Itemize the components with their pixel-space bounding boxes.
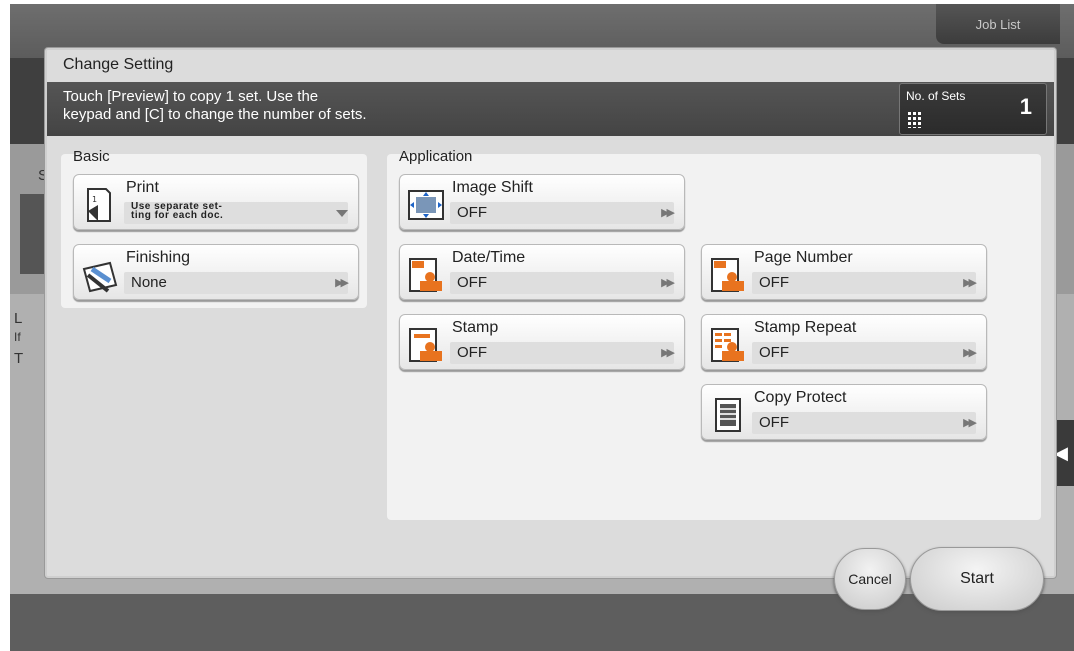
- double-arrow-right-icon: ▶▶: [335, 276, 349, 289]
- copy-protect-button[interactable]: Copy Protect OFF ▶▶: [701, 384, 987, 440]
- print-document-icon: 1: [87, 188, 111, 222]
- double-arrow-right-icon: ▶▶: [661, 206, 675, 219]
- job-list-button[interactable]: Job List: [936, 4, 1060, 44]
- page-number-value: OFF: [759, 274, 789, 291]
- date-time-button[interactable]: Date/Time OFF ▶▶: [399, 244, 685, 300]
- print-button[interactable]: 1 Print Use separate set- ting for each …: [73, 174, 359, 230]
- page-number-icon: [711, 258, 744, 292]
- sets-label: No. of Sets: [906, 89, 966, 103]
- chevron-down-icon: [336, 210, 348, 217]
- cancel-button[interactable]: Cancel: [834, 548, 906, 610]
- double-arrow-right-icon: ▶▶: [963, 346, 977, 359]
- dialog-title: Change Setting: [63, 56, 174, 73]
- page-number-title: Page Number: [754, 249, 853, 266]
- image-shift-value: OFF: [457, 204, 487, 221]
- stamp-repeat-button[interactable]: Stamp Repeat OFF ▶▶: [701, 314, 987, 370]
- copy-protect-icon: [715, 398, 741, 432]
- stamp-icon: [409, 328, 442, 362]
- print-value: Use separate set- ting for each doc.: [131, 201, 224, 221]
- print-title: Print: [126, 179, 159, 196]
- application-section-label: Application: [399, 148, 473, 165]
- keypad-icon: [908, 112, 924, 128]
- basic-section-label: Basic: [73, 148, 110, 165]
- double-arrow-right-icon: ▶▶: [661, 276, 675, 289]
- image-shift-button[interactable]: Image Shift OFF ▶▶: [399, 174, 685, 230]
- date-time-value: OFF: [457, 274, 487, 291]
- stamp-repeat-icon: [711, 328, 744, 362]
- background-bottom: [10, 594, 1074, 651]
- date-time-title: Date/Time: [452, 249, 526, 266]
- background-text: T: [14, 350, 24, 367]
- background-text: L: [14, 310, 23, 327]
- stamp-value: OFF: [457, 344, 487, 361]
- double-arrow-right-icon: ▶▶: [963, 276, 977, 289]
- change-setting-dialog: Change Setting Touch [Preview] to copy 1…: [45, 48, 1056, 578]
- svg-text:1: 1: [92, 195, 97, 204]
- stamp-title: Stamp: [452, 319, 499, 336]
- start-button[interactable]: Start: [910, 547, 1044, 611]
- finishing-button[interactable]: Finishing None ▶▶: [73, 244, 359, 300]
- page-number-button[interactable]: Page Number OFF ▶▶: [701, 244, 987, 300]
- image-shift-title: Image Shift: [452, 179, 533, 196]
- image-shift-icon: [408, 190, 444, 220]
- double-arrow-right-icon: ▶▶: [963, 416, 977, 429]
- sets-value: 1: [1019, 94, 1032, 119]
- stamp-button[interactable]: Stamp OFF ▶▶: [399, 314, 685, 370]
- finishing-value: None: [131, 274, 167, 291]
- copy-protect-value: OFF: [759, 414, 789, 431]
- finishing-title: Finishing: [126, 249, 191, 266]
- instruction-message: Touch [Preview] to copy 1 set. Use the k…: [63, 88, 367, 123]
- number-of-sets-button[interactable]: No. of Sets 1: [899, 83, 1047, 135]
- stamp-repeat-value: OFF: [759, 344, 789, 361]
- stamp-repeat-title: Stamp Repeat: [754, 319, 857, 336]
- copy-protect-title: Copy Protect: [754, 389, 847, 406]
- double-arrow-right-icon: ▶▶: [661, 346, 675, 359]
- finishing-icon: [82, 261, 118, 293]
- background-text: If: [14, 330, 21, 344]
- date-time-icon: [409, 258, 442, 292]
